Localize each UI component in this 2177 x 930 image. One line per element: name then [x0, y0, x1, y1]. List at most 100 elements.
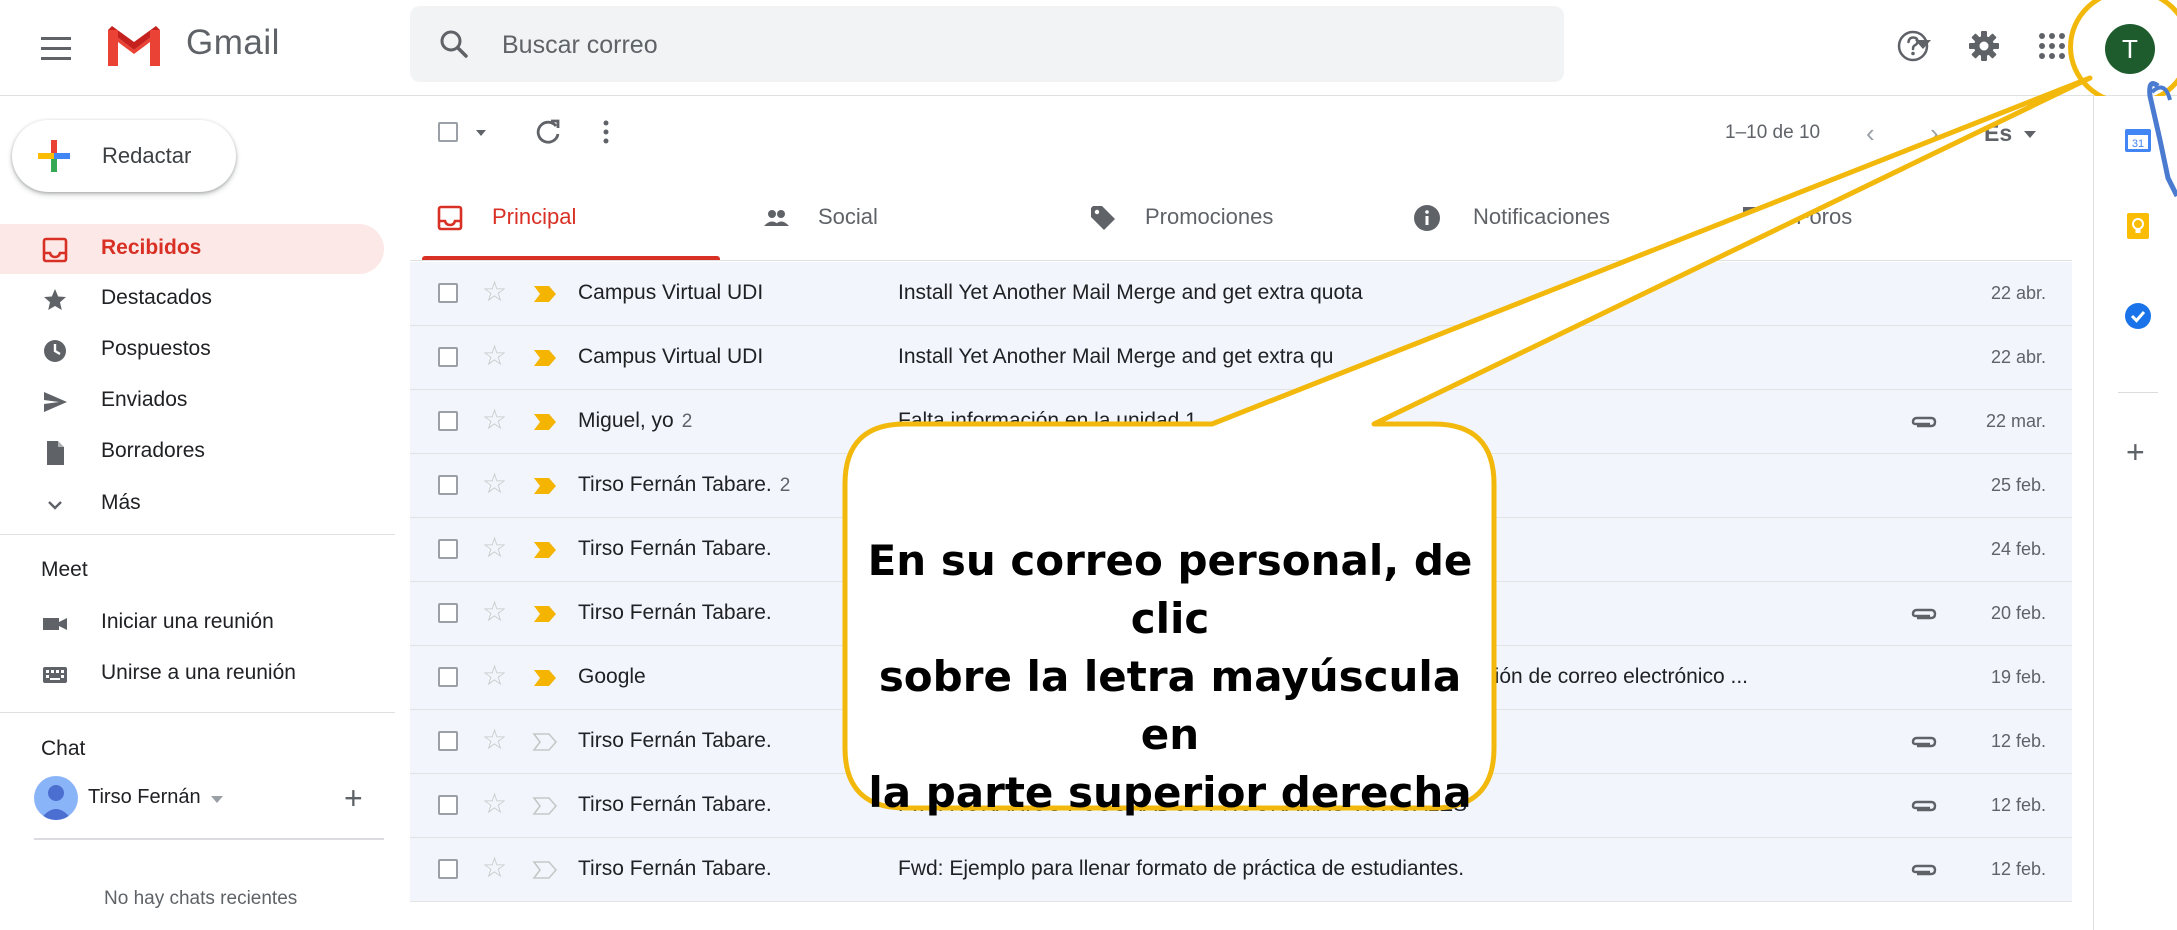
important-marker-icon[interactable]	[532, 860, 558, 880]
row-checkbox[interactable]	[438, 475, 458, 495]
star-toggle-icon[interactable]: ☆	[482, 534, 507, 562]
refresh-icon[interactable]	[534, 118, 562, 146]
search-icon[interactable]	[438, 28, 470, 60]
email-sender: Tirso Fernán Tabare.	[578, 729, 772, 753]
tabs-divider	[410, 260, 2072, 261]
star-toggle-icon[interactable]: ☆	[482, 790, 507, 818]
email-row[interactable]: ☆ Miguel, yo 2 Falta información en la unid…	[410, 390, 2072, 454]
select-caret-icon[interactable]	[476, 130, 486, 136]
tab-principal[interactable]: Principal	[422, 176, 720, 260]
star-toggle-icon[interactable]: ☆	[482, 854, 507, 882]
important-marker-icon[interactable]	[532, 668, 558, 688]
nav-item-pospuestos[interactable]: Pospuestos	[0, 325, 384, 375]
star-toggle-icon[interactable]: ☆	[482, 598, 507, 626]
tab-foros[interactable]: Foros	[1740, 176, 2000, 260]
callout-line: sobre la letra mayúscula en	[878, 652, 1462, 759]
tab-social[interactable]: Social	[750, 176, 1050, 260]
email-row[interactable]: ☆ Campus Virtual UDI Install Yet Another M…	[410, 326, 2072, 390]
get-addons-icon[interactable]: +	[2126, 436, 2145, 468]
nav-item-destacados[interactable]: Destacados	[0, 274, 384, 324]
prev-page-icon[interactable]: ‹	[1866, 118, 1875, 149]
attachment-icon	[1911, 608, 1937, 620]
row-checkbox[interactable]	[438, 795, 458, 815]
calendar-icon[interactable]: 31	[2124, 126, 2152, 154]
select-all-checkbox[interactable]	[438, 122, 458, 142]
star-toggle-icon[interactable]: ☆	[482, 342, 507, 370]
tab-label: Notificaciones	[1473, 204, 1610, 229]
row-checkbox[interactable]	[438, 347, 458, 367]
main-menu-button[interactable]	[34, 26, 78, 70]
email-row[interactable]: ☆ Tirso Fernán Tabare. 2 25 feb.	[410, 454, 2072, 518]
nav-label: Enviados	[101, 388, 188, 411]
next-page-icon[interactable]: ›	[1930, 118, 1939, 149]
compose-button[interactable]: Redactar	[12, 120, 236, 192]
chat-status-caret-icon[interactable]	[211, 796, 223, 803]
sender-name: Tirso Fernán Tabare.	[578, 537, 772, 560]
email-row[interactable]: ☆ Campus Virtual UDI Install Yet Another M…	[410, 262, 2072, 326]
email-subject: Falta información en la unidad 1	[898, 409, 1197, 432]
nav-item-borradores[interactable]: Borradores	[0, 427, 384, 477]
important-marker-icon[interactable]	[532, 476, 558, 496]
important-marker-icon[interactable]	[532, 412, 558, 432]
star-toggle-icon[interactable]: ☆	[482, 662, 507, 690]
email-subject: Install Yet Another Mail Merge and get e…	[898, 345, 1334, 368]
language-caret-icon[interactable]	[2024, 131, 2036, 138]
no-chats-text: No hay chats recientes	[104, 888, 298, 909]
email-subject: Fwd: Ejemplo para llenar formato de prác…	[898, 857, 1465, 880]
keep-icon[interactable]	[2124, 212, 2152, 240]
row-checkbox[interactable]	[438, 539, 458, 559]
important-marker-icon[interactable]	[532, 732, 558, 752]
sender-name: Tirso Fernán Tabare.	[578, 601, 772, 624]
star-toggle-icon[interactable]: ☆	[482, 406, 507, 434]
row-checkbox[interactable]	[438, 731, 458, 751]
star-toggle-icon[interactable]: ☆	[482, 470, 507, 498]
email-sender: Tirso Fernán Tabare.	[578, 857, 772, 881]
nav-item-enviados[interactable]: Enviados	[0, 376, 384, 426]
pagination-text: 1–10 de 10	[1725, 122, 1821, 143]
meet-join-item[interactable]: Unirse a una reunión	[0, 649, 384, 699]
nav-item-mas[interactable]: Más	[0, 479, 384, 529]
chat-user-status[interactable]: Tirso Fernán	[34, 776, 374, 820]
search-bar[interactable]	[410, 6, 1931, 82]
attachment-icon	[1911, 736, 1937, 748]
important-marker-icon[interactable]	[532, 604, 558, 624]
row-checkbox[interactable]	[438, 411, 458, 431]
star-toggle-icon[interactable]: ☆	[482, 278, 507, 306]
clock-icon	[42, 338, 68, 364]
nav-item-recibidos[interactable]: Recibidos	[0, 224, 384, 274]
tab-promociones[interactable]: Promociones	[1085, 176, 1385, 260]
important-marker-icon[interactable]	[532, 284, 558, 304]
video-icon	[42, 611, 68, 637]
calendar-day: 31	[2132, 138, 2144, 150]
chat-user-name: Tirso Fernán	[88, 786, 201, 808]
star-toggle-icon[interactable]: ☆	[482, 726, 507, 754]
row-checkbox[interactable]	[438, 603, 458, 623]
important-marker-icon[interactable]	[532, 796, 558, 816]
row-checkbox[interactable]	[438, 283, 458, 303]
row-checkbox[interactable]	[438, 667, 458, 687]
keyboard-icon	[42, 662, 68, 688]
row-checkbox[interactable]	[438, 859, 458, 879]
tasks-icon[interactable]	[2124, 302, 2152, 330]
more-options-icon[interactable]	[600, 118, 612, 146]
thread-count: 2	[681, 411, 693, 432]
tab-notificaciones[interactable]: Notificaciones	[1413, 176, 1713, 260]
sender-name: Google	[578, 665, 646, 688]
sender-name: Campus Virtual UDI	[578, 345, 764, 368]
search-input[interactable]	[500, 24, 1404, 66]
settings-gear-icon[interactable]	[1962, 24, 2006, 68]
tab-label: Principal	[492, 204, 577, 229]
tab-label: Promociones	[1145, 204, 1274, 229]
important-marker-icon[interactable]	[532, 348, 558, 368]
nav-label: Recibidos	[101, 236, 202, 259]
sender-name: Tirso Fernán Tabare.	[578, 729, 772, 752]
input-language[interactable]: Es	[1984, 120, 2012, 147]
email-date: 22 abr.	[1990, 283, 2046, 303]
help-icon[interactable]	[1891, 24, 1935, 68]
email-row[interactable]: ☆ Tirso Fernán Tabare. Fwd: Ejemplo para l…	[410, 838, 2072, 902]
meet-start-item[interactable]: Iniciar una reunión	[0, 598, 384, 648]
important-marker-icon[interactable]	[532, 540, 558, 560]
chat-add-icon[interactable]: +	[344, 782, 363, 814]
thread-count: 2	[779, 475, 791, 496]
email-sender: Tirso Fernán Tabare. 2	[578, 473, 790, 497]
